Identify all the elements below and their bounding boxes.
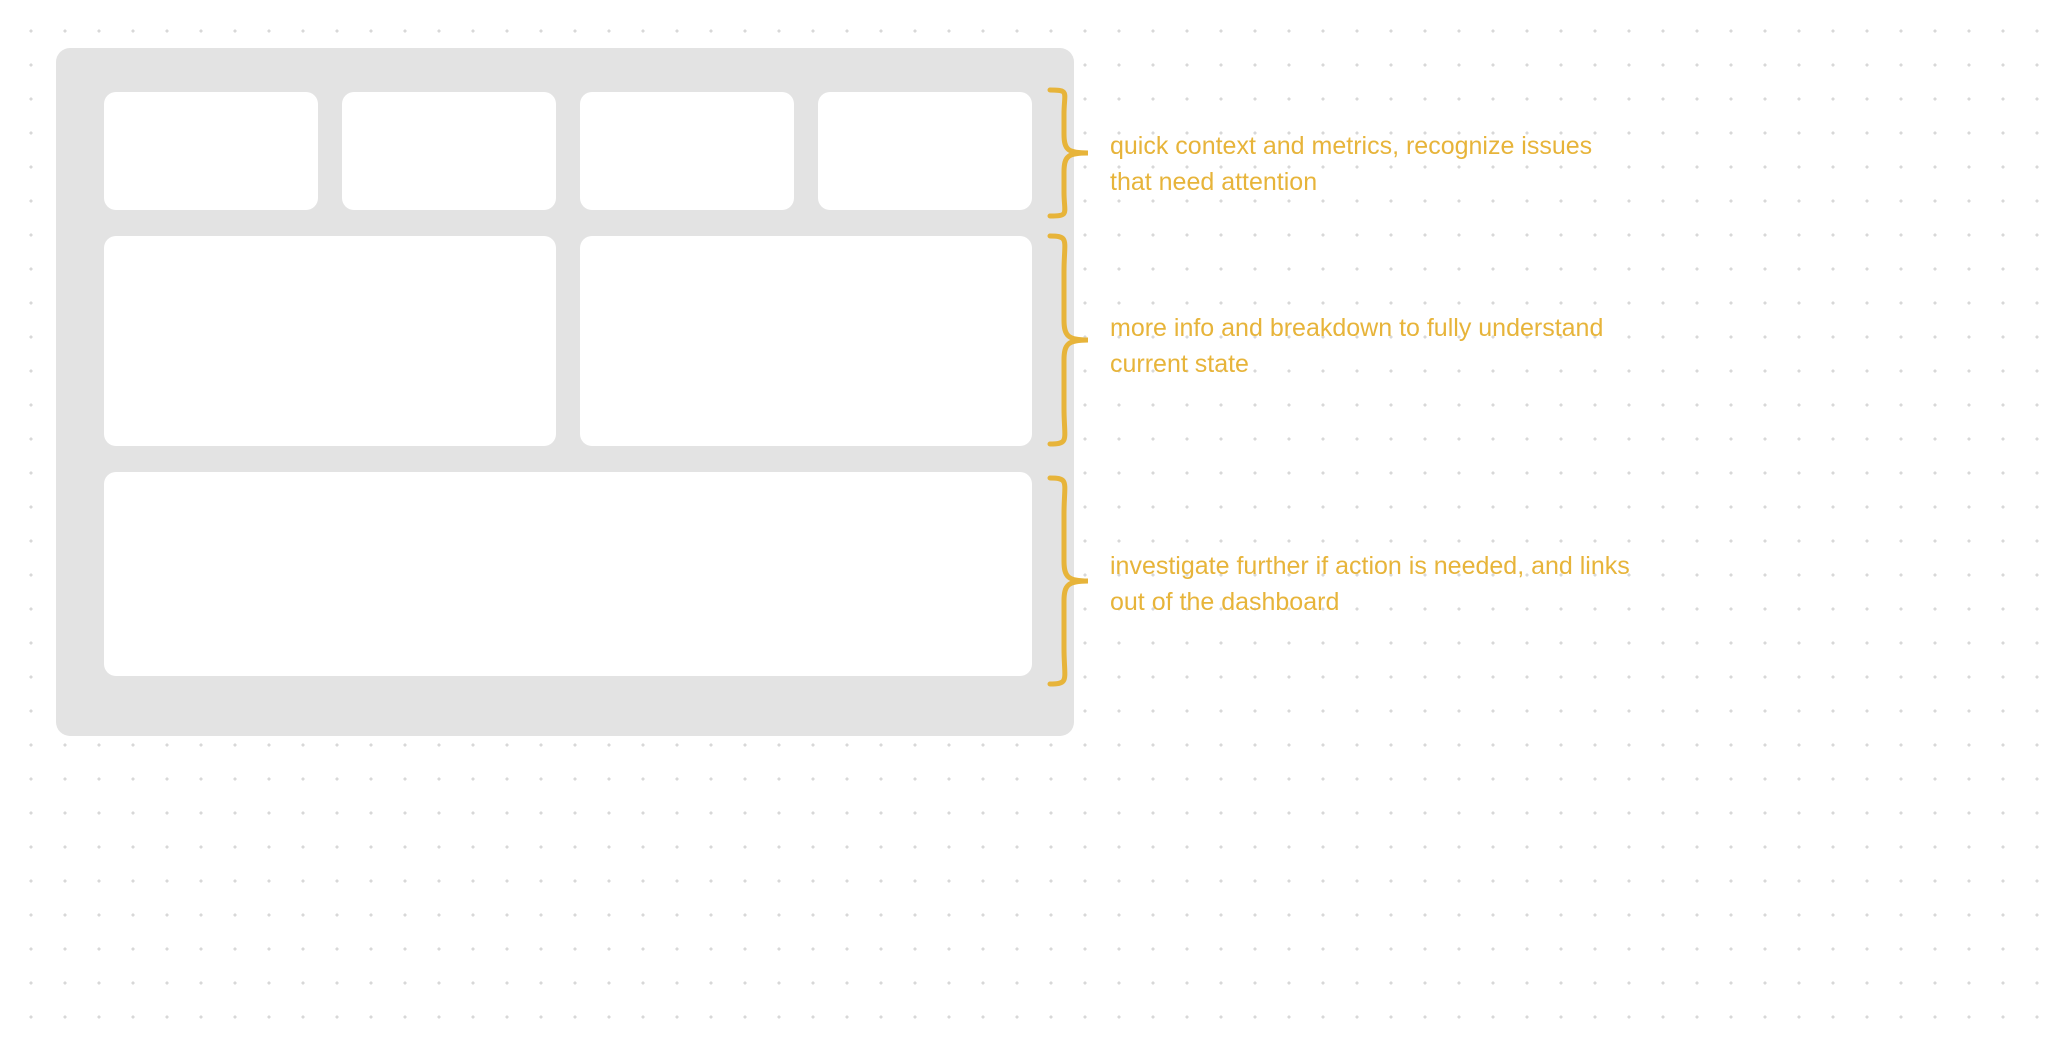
- dashboard-wireframe: [56, 48, 1074, 736]
- metric-card: [342, 92, 556, 210]
- annotation-metrics: quick context and metrics, recognize iss…: [1110, 128, 1630, 201]
- breakdown-row: [104, 236, 1032, 446]
- metrics-row: [104, 92, 1032, 210]
- investigate-card: [104, 472, 1032, 676]
- breakdown-card: [104, 236, 556, 446]
- metric-card: [818, 92, 1032, 210]
- metric-card: [580, 92, 794, 210]
- breakdown-card: [580, 236, 1032, 446]
- investigate-row: [104, 472, 1032, 676]
- annotation-breakdown: more info and breakdown to fully underst…: [1110, 310, 1630, 383]
- annotation-investigate: investigate further if action is needed,…: [1110, 548, 1630, 621]
- metric-card: [104, 92, 318, 210]
